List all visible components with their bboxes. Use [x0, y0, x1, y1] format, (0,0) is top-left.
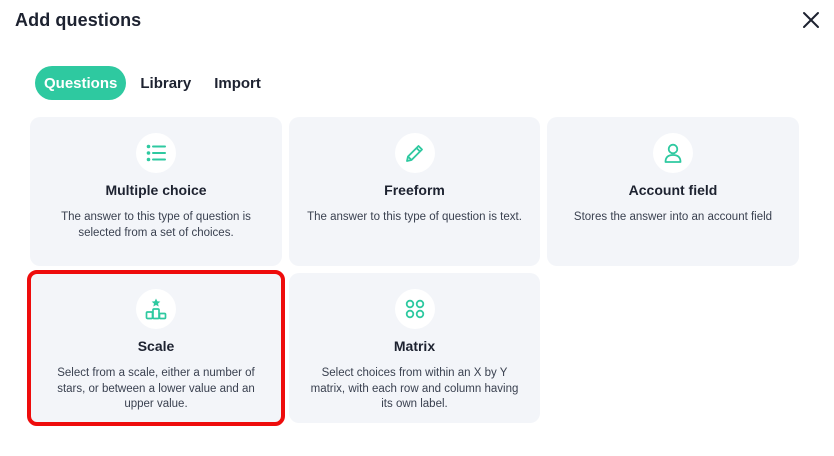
list-icon: [146, 144, 166, 162]
icon-circle: [136, 133, 176, 173]
card-title: Multiple choice: [105, 182, 207, 198]
icon-circle: [394, 289, 435, 329]
card-description: Select choices from within an X by Y mat…: [310, 367, 519, 410]
card-description: Select from a scale, either a number of …: [57, 367, 255, 410]
grid-icon: [405, 299, 424, 319]
card-title: Scale: [137, 338, 175, 354]
tab-import[interactable]: Import: [205, 66, 270, 100]
tab-questions[interactable]: Questions: [35, 66, 127, 100]
icon-circle: [394, 133, 435, 173]
modal-title: Add questions: [15, 10, 142, 30]
question-type-account-field[interactable]: Account field Stores the answer into an …: [547, 117, 799, 266]
question-type-matrix[interactable]: Matrix Select choices from within an X b…: [289, 273, 540, 423]
question-type-freeform[interactable]: Freeform The answer to this type of ques…: [289, 117, 540, 266]
question-type-multiple-choice[interactable]: Multiple choice The answer to this type …: [30, 117, 282, 266]
icon-circle: [136, 289, 176, 329]
user-icon: [664, 143, 682, 163]
close-button[interactable]: [800, 9, 822, 31]
card-description: The answer to this type of question is t…: [307, 211, 522, 223]
tab-bar: Questions Library Import: [35, 66, 275, 100]
icon-circle: [653, 133, 693, 173]
tab-library[interactable]: Library: [131, 66, 200, 100]
card-description: The answer to this type of question is s…: [61, 211, 251, 239]
question-type-scale[interactable]: Scale Select from a scale, either a numb…: [30, 273, 282, 423]
card-title: Account field: [628, 182, 718, 198]
card-title: Matrix: [393, 338, 436, 354]
card-description: Stores the answer into an account field: [573, 211, 773, 223]
close-icon: [803, 12, 819, 28]
pencil-icon: [405, 145, 423, 162]
podium-star-icon: [145, 298, 167, 320]
card-title: Freeform: [384, 182, 445, 198]
